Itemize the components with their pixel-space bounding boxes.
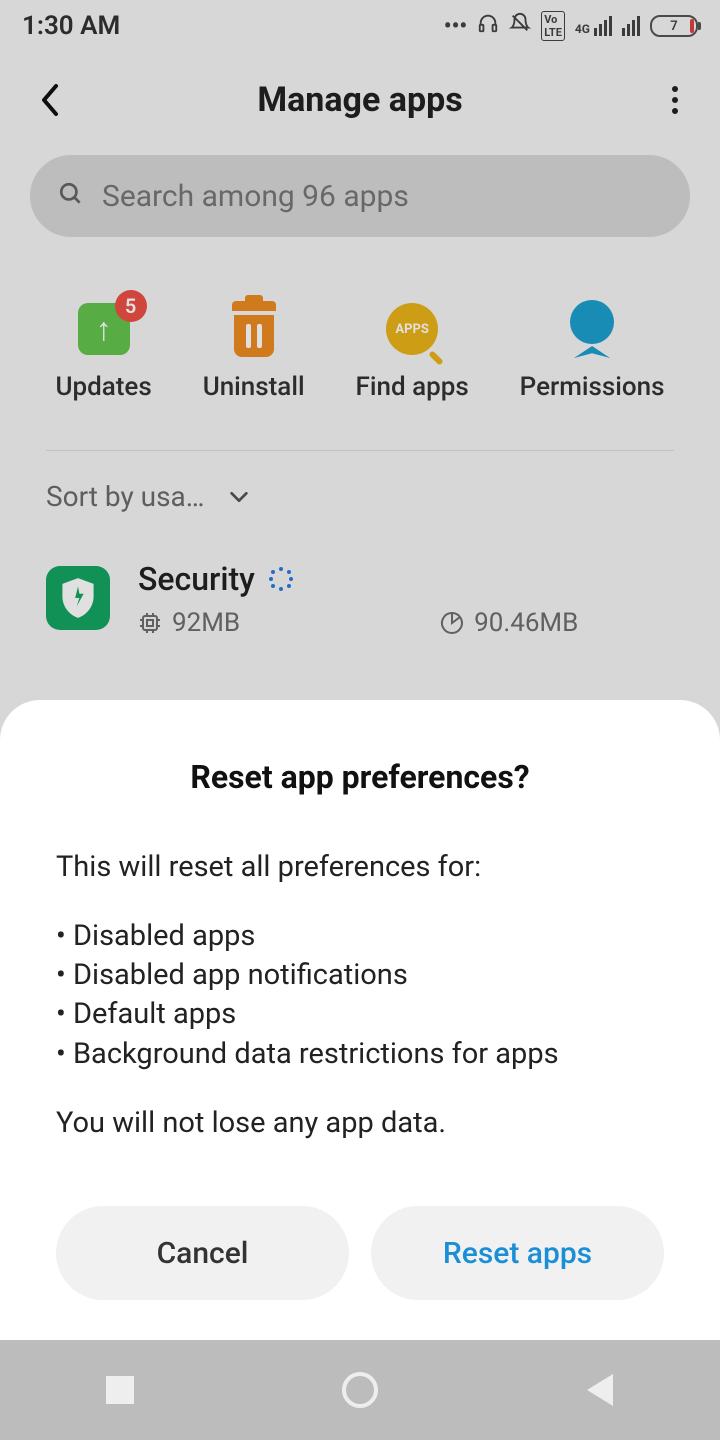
dialog-list: Disabled apps Disabled app notifications… bbox=[56, 917, 664, 1074]
recents-button[interactable] bbox=[90, 1360, 150, 1420]
system-nav-bar bbox=[0, 1340, 720, 1440]
reset-preferences-dialog: Reset app preferences? This will reset a… bbox=[0, 700, 720, 1340]
back-nav-button[interactable] bbox=[570, 1360, 630, 1420]
dialog-list-item: Disabled app notifications bbox=[56, 956, 664, 995]
dialog-list-item: Default apps bbox=[56, 995, 664, 1034]
cancel-button[interactable]: Cancel bbox=[56, 1206, 349, 1300]
home-button[interactable] bbox=[330, 1360, 390, 1420]
dialog-body: This will reset all preferences for: Dis… bbox=[56, 848, 664, 1174]
dialog-intro: This will reset all preferences for: bbox=[56, 848, 664, 887]
dialog-footer: You will not lose any app data. bbox=[56, 1104, 664, 1143]
dialog-list-item: Background data restrictions for apps bbox=[56, 1035, 664, 1074]
dialog-list-item: Disabled apps bbox=[56, 917, 664, 956]
reset-apps-button[interactable]: Reset apps bbox=[371, 1206, 664, 1300]
dialog-title: Reset app preferences? bbox=[56, 758, 664, 796]
